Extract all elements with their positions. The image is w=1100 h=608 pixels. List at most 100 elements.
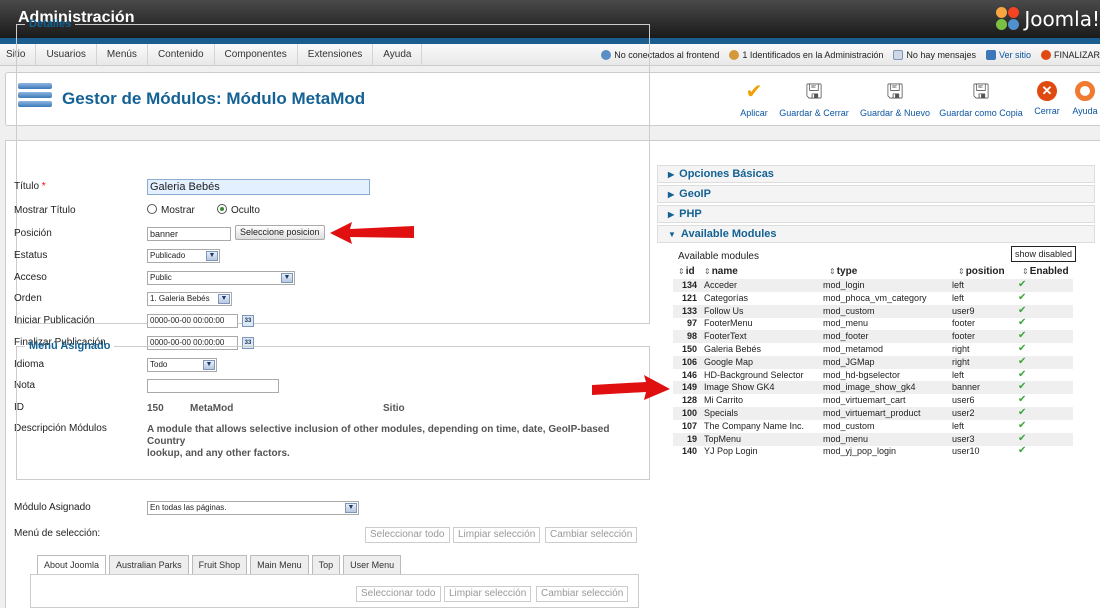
chevron-down-icon: ▼ — [281, 273, 293, 283]
enabled-check-icon: ✔ — [1018, 445, 1027, 456]
module-assigned-select[interactable]: En todas las páginas. ▼ — [147, 501, 359, 515]
menu-tabs: About Joomla Australian Parks Fruit Shop… — [37, 555, 404, 575]
tab-select-all-button[interactable]: Seleccionar todo — [356, 586, 441, 602]
cell-type: mod_menu — [823, 434, 869, 444]
access-label: Acceso — [14, 272, 47, 283]
cell-position: right — [952, 344, 970, 354]
sort-icon: ⇕ — [1022, 267, 1029, 276]
table-row[interactable]: 150 Galeria Bebés mod_metamod right ✔ — [673, 343, 1073, 356]
joomla-logo[interactable]: Joomla! — [996, 5, 1100, 33]
select-all-button[interactable]: Seleccionar todo — [365, 527, 450, 543]
table-row[interactable]: 97 FooterMenu mod_menu footer ✔ — [673, 317, 1073, 330]
order-label: Orden — [14, 293, 42, 304]
cell-name: Galeria Bebés — [704, 344, 762, 354]
menu-assignment-fieldset: Menú Asignado — [16, 340, 650, 480]
status-select[interactable]: Publicado ▼ — [147, 249, 220, 263]
cell-name: YJ Pop Login — [704, 446, 758, 456]
table-row[interactable]: 98 FooterText mod_footer footer ✔ — [673, 330, 1073, 343]
enabled-check-icon: ✔ — [1018, 394, 1027, 405]
table-row[interactable]: 134 Acceder mod_login left ✔ — [673, 279, 1073, 292]
table-row[interactable]: 106 Google Map mod_JGMap right ✔ — [673, 356, 1073, 369]
save-close-button[interactable]: 🖫 Guardar & Cerrar — [778, 81, 850, 118]
cell-position: left — [952, 280, 965, 290]
cell-name: FooterMenu — [704, 318, 753, 328]
save-new-icon: 🖫 — [886, 81, 904, 103]
select-position-button[interactable]: Seleccione posicion — [235, 225, 325, 240]
cell-type: mod_virtuemart_cart — [823, 395, 906, 405]
status-messages[interactable]: No hay mensajes — [893, 50, 976, 60]
cell-id: 149 — [681, 382, 697, 392]
column-enabled[interactable]: ⇕Enabled — [1022, 266, 1069, 277]
table-row[interactable]: 100 Specials mod_virtuemart_product user2 ✔ — [673, 407, 1073, 420]
column-position[interactable]: ⇕position — [958, 266, 1005, 277]
accordion-geoip[interactable]: ▶ GeoIP — [657, 185, 1095, 203]
tab-user-menu[interactable]: User Menu — [343, 555, 402, 574]
cell-name: Google Map — [704, 357, 754, 367]
show-disabled-button[interactable]: show disabled — [1011, 246, 1077, 262]
mail-icon — [893, 50, 904, 60]
apply-button[interactable]: ✔ Aplicar — [733, 81, 775, 118]
user-icon — [729, 50, 740, 60]
enabled-check-icon: ✔ — [1018, 420, 1027, 431]
toggle-selection-button[interactable]: Cambiar selección — [545, 527, 638, 543]
joomla-logo-icon — [996, 7, 1020, 31]
table-row[interactable]: 140 YJ Pop Login mod_yj_pop_login user10 ✔ — [673, 445, 1073, 458]
cell-name: HD-Background Selector — [704, 370, 804, 380]
chevron-down-icon: ▼ — [345, 503, 357, 513]
cell-name: TopMenu — [704, 434, 742, 444]
tab-top[interactable]: Top — [311, 555, 341, 574]
cell-position: user9 — [952, 306, 975, 316]
cell-id: 140 — [681, 446, 697, 456]
cell-position: user6 — [952, 395, 975, 405]
cell-id: 134 — [681, 280, 697, 290]
table-row[interactable]: 107 The Company Name Inc. mod_custom left ✔ — [673, 420, 1073, 433]
table-row[interactable]: 128 Mi Carrito mod_virtuemart_cart user6 ✔ — [673, 394, 1073, 407]
tab-main-menu[interactable]: Main Menu — [250, 555, 309, 574]
tab-australian-parks[interactable]: Australian Parks — [109, 555, 189, 574]
cell-name: FooterText — [704, 331, 747, 341]
title-label: Título * — [14, 181, 46, 192]
column-id[interactable]: ⇕id — [678, 266, 695, 277]
title-input[interactable]: Galeria Bebés — [147, 179, 370, 195]
access-select[interactable]: Public ▼ — [147, 271, 295, 285]
help-button[interactable]: Ayuda — [1070, 81, 1100, 116]
cell-position: user2 — [952, 408, 975, 418]
save-new-button[interactable]: 🖫 Guardar & Nuevo — [858, 81, 932, 118]
cell-type: mod_phoca_vm_category — [823, 293, 927, 303]
caret-down-icon: ▼ — [668, 230, 676, 239]
close-button[interactable]: ✕ Cerrar — [1030, 81, 1064, 116]
cell-position: footer — [952, 318, 976, 328]
cell-type: mod_custom — [823, 306, 875, 316]
accordion-available-modules[interactable]: ▼ Available Modules — [657, 225, 1095, 243]
publish-start-input[interactable]: 0000-00-00 00:00:00 — [147, 314, 238, 328]
table-row[interactable]: 121 Categorías mod_phoca_vm_category left ✔ — [673, 292, 1073, 305]
order-select[interactable]: 1. Galeria Bebés ▼ — [147, 292, 232, 306]
position-input[interactable]: banner — [147, 227, 231, 241]
tab-clear-selection-button[interactable]: Limpiar selección — [444, 586, 532, 602]
cell-position: left — [952, 293, 965, 303]
sort-icon: ⇕ — [678, 267, 685, 276]
cell-id: 19 — [686, 434, 697, 444]
calendar-icon[interactable]: 33 — [242, 315, 254, 327]
publish-start-label: Iniciar Publicación — [14, 315, 95, 326]
table-row[interactable]: 149 Image Show GK4 mod_image_show_gk4 banne… — [673, 381, 1073, 394]
radio-selected-icon — [217, 204, 227, 214]
tab-toggle-selection-button[interactable]: Cambiar selección — [536, 586, 629, 602]
accordion-php[interactable]: ▶ PHP — [657, 205, 1095, 223]
tab-about-joomla[interactable]: About Joomla — [37, 555, 107, 575]
cell-type: mod_footer — [823, 331, 869, 341]
red-arrow-annotation — [330, 222, 414, 244]
column-type[interactable]: ⇕type — [829, 266, 857, 277]
show-title-radio-show[interactable]: Mostrar — [147, 204, 195, 216]
save-copy-button[interactable]: 🖫 Guardar como Copia — [939, 81, 1023, 118]
save-icon: 🖫 — [805, 81, 823, 103]
accordion-basic-options[interactable]: ▶ Opciones Básicas — [657, 165, 1095, 183]
view-site-link[interactable]: Ver sitio — [985, 50, 1031, 60]
tab-fruit-shop[interactable]: Fruit Shop — [191, 555, 248, 574]
column-name[interactable]: ⇕name — [704, 266, 738, 277]
cell-id: 106 — [681, 357, 697, 367]
logout-link[interactable]: FINALIZAR — [1040, 50, 1100, 60]
show-title-radio-hide[interactable]: Oculto — [217, 204, 260, 216]
clear-selection-button[interactable]: Limpiar selección — [453, 527, 541, 543]
cell-position: user3 — [952, 434, 975, 444]
